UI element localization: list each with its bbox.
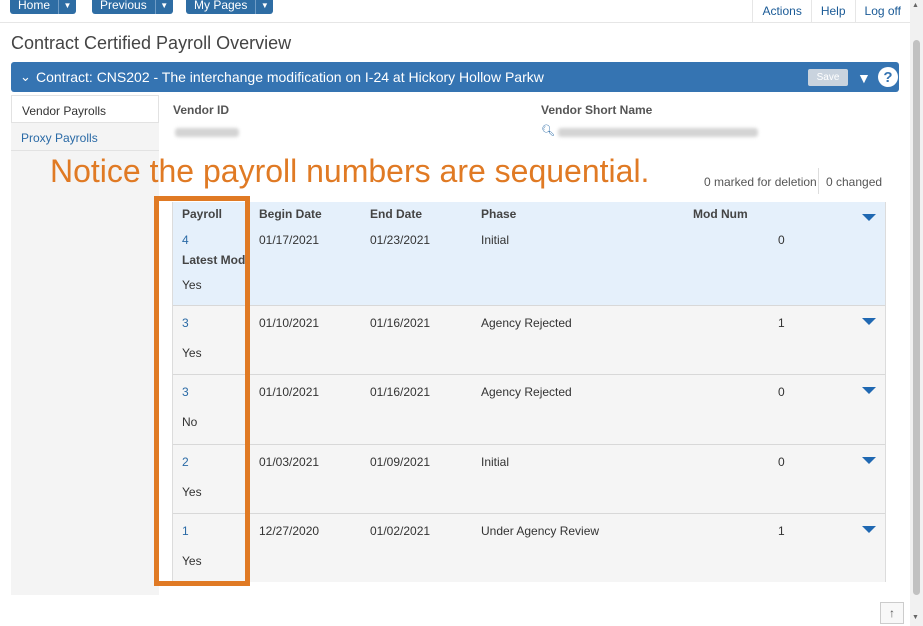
mod-num: 1 bbox=[778, 524, 785, 538]
highlight-box bbox=[154, 196, 250, 586]
begin-date: 01/10/2021 bbox=[259, 385, 320, 399]
phase: Agency Rejected bbox=[481, 316, 572, 330]
phase: Agency Rejected bbox=[481, 385, 572, 399]
home-button[interactable]: Home ▼ bbox=[10, 0, 77, 14]
column-header-mod-num[interactable]: Mod Num bbox=[693, 207, 748, 221]
previous-label: Previous bbox=[100, 0, 147, 12]
begin-date: 01/17/2021 bbox=[259, 233, 320, 247]
mod-num: 0 bbox=[778, 385, 785, 399]
begin-date: 12/27/2020 bbox=[259, 524, 320, 538]
actions-link[interactable]: Actions bbox=[752, 0, 810, 23]
end-date: 01/16/2021 bbox=[370, 385, 431, 399]
begin-date: 01/10/2021 bbox=[259, 316, 320, 330]
home-label: Home bbox=[18, 0, 51, 12]
phase: Under Agency Review bbox=[481, 524, 600, 538]
caret-down-icon[interactable]: ▼ bbox=[857, 70, 871, 86]
table-row[interactable]: 3 01/10/2021 01/16/2021 Agency Rejected … bbox=[173, 375, 885, 445]
my-pages-button[interactable]: My Pages ▼ bbox=[186, 0, 274, 14]
scroll-down-icon[interactable]: ▼ bbox=[912, 614, 919, 621]
scrollbar[interactable]: ▲ ▼ bbox=[910, 0, 923, 626]
log-off-link[interactable]: Log off bbox=[854, 0, 910, 23]
save-button[interactable]: Save bbox=[808, 69, 848, 86]
caret-down-icon[interactable] bbox=[862, 387, 876, 394]
marked-for-deletion-count: 0 marked for deletion bbox=[704, 175, 817, 189]
vendor-short-name-label: Vendor Short Name bbox=[541, 103, 653, 117]
chevron-down-icon[interactable]: ▼ bbox=[58, 0, 76, 14]
caret-down-icon[interactable] bbox=[862, 457, 876, 464]
my-pages-label: My Pages bbox=[194, 0, 248, 12]
help-icon[interactable]: ? bbox=[878, 67, 898, 87]
changed-count: 0 changed bbox=[826, 175, 883, 189]
sidebar-item-proxy-payrolls[interactable]: Proxy Payrolls bbox=[11, 123, 159, 151]
mod-num: 0 bbox=[778, 233, 785, 247]
column-header-begin-date[interactable]: Begin Date bbox=[259, 207, 322, 221]
search-icon[interactable]: 🔍︎ bbox=[541, 124, 555, 137]
table-row[interactable]: 2 01/03/2021 01/09/2021 Initial 0 Yes bbox=[173, 445, 885, 514]
table-row[interactable]: 3 01/10/2021 01/16/2021 Agency Rejected … bbox=[173, 306, 885, 375]
table-row[interactable]: Payroll Begin Date End Date Phase Mod Nu… bbox=[173, 202, 885, 306]
page-title: Contract Certified Payroll Overview bbox=[11, 33, 292, 53]
contract-title: Contract: CNS202 - The interchange modif… bbox=[36, 69, 544, 85]
end-date: 01/23/2021 bbox=[370, 233, 431, 247]
scrollbar-thumb[interactable] bbox=[913, 40, 920, 595]
counter-divider bbox=[818, 168, 819, 194]
mod-num: 1 bbox=[778, 316, 785, 330]
end-date: 01/16/2021 bbox=[370, 316, 431, 330]
vendor-id-label: Vendor ID bbox=[173, 103, 230, 117]
scroll-up-icon[interactable]: ▲ bbox=[912, 2, 919, 9]
vendor-id-value-redacted bbox=[175, 128, 239, 137]
chevron-down-icon[interactable]: ⌄ bbox=[20, 69, 31, 85]
begin-date: 01/03/2021 bbox=[259, 455, 320, 469]
caret-down-icon[interactable] bbox=[862, 214, 876, 221]
column-header-phase[interactable]: Phase bbox=[481, 207, 516, 221]
scroll-to-top-icon[interactable]: ↑ bbox=[880, 602, 904, 624]
chevron-down-icon[interactable]: ▼ bbox=[255, 0, 273, 14]
end-date: 01/02/2021 bbox=[370, 524, 431, 538]
previous-button[interactable]: Previous ▼ bbox=[92, 0, 173, 14]
caret-down-icon[interactable] bbox=[862, 318, 876, 325]
contract-header[interactable]: ⌄ Contract: CNS202 - The interchange mod… bbox=[11, 62, 899, 92]
mod-num: 0 bbox=[778, 455, 785, 469]
phase: Initial bbox=[481, 233, 510, 247]
end-date: 01/09/2021 bbox=[370, 455, 431, 469]
top-links: Actions Help Log off bbox=[752, 0, 910, 23]
table-row[interactable]: 1 12/27/2020 01/02/2021 Under Agency Rev… bbox=[173, 514, 885, 582]
sidebar-item-vendor-payrolls[interactable]: Vendor Payrolls bbox=[11, 95, 159, 123]
caret-down-icon[interactable] bbox=[862, 526, 876, 533]
help-link[interactable]: Help bbox=[810, 0, 855, 23]
vendor-short-name-value-redacted bbox=[558, 128, 758, 137]
annotation-text: Notice the payroll numbers are sequentia… bbox=[50, 153, 650, 189]
phase: Initial bbox=[481, 455, 510, 469]
payroll-table: Payroll Begin Date End Date Phase Mod Nu… bbox=[172, 202, 886, 582]
column-header-end-date[interactable]: End Date bbox=[370, 207, 422, 221]
chevron-down-icon[interactable]: ▼ bbox=[154, 0, 173, 14]
top-navigation: Home ▼ Previous ▼ My Pages ▼ Actions Hel… bbox=[0, 0, 910, 23]
